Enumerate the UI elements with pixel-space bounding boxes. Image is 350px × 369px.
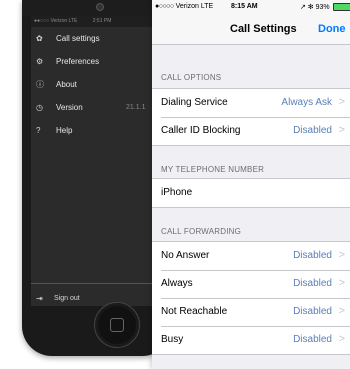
help-icon: ?: [36, 126, 41, 135]
done-button[interactable]: Done: [318, 23, 346, 35]
row-label: Caller ID Blocking: [161, 125, 241, 136]
menu-item-version[interactable]: ◷ Version 21.1.1: [31, 96, 172, 119]
menu-item-preferences[interactable]: ⚙ Preferences: [31, 50, 172, 73]
chevron-right-icon: >: [338, 333, 345, 345]
network-type: LTE: [200, 3, 214, 10]
section-header-call-forwarding: CALL FORWARDING: [161, 227, 242, 236]
row-always[interactable]: Always Disabled >: [152, 270, 350, 298]
row-busy[interactable]: Busy Disabled >: [152, 326, 350, 354]
back-time: 2:51 PM: [92, 18, 112, 24]
menu-divider: [31, 283, 172, 284]
row-label: Not Reachable: [161, 306, 228, 317]
home-square-icon: [110, 318, 124, 332]
carrier-info: ●○○○○ Verizon LTE: [155, 3, 213, 10]
call-forwarding-group: No Answer Disabled > Always Disabled > N…: [152, 241, 350, 355]
row-iphone[interactable]: iPhone: [152, 179, 350, 207]
row-value: Disabled: [293, 306, 332, 317]
menu-item-label: Help: [56, 126, 73, 135]
version-value: 21.1.1: [126, 104, 146, 111]
row-value: Disabled: [293, 125, 332, 136]
battery-icon: [332, 3, 350, 12]
back-phone: ●●○○○ Verizon LTE 2:51 PM ✿ Call setting…: [22, 0, 172, 356]
section-header-my-number: MY TELEPHONE NUMBER: [161, 165, 265, 174]
location-bluetooth-battery-text: ↗ ✻ 93%: [300, 4, 330, 11]
back-carrier: ●●○○○ Verizon LTE: [34, 18, 78, 24]
side-menu: ✿ Call settings ⚙ Preferences ⓘ About ◷ …: [31, 27, 172, 142]
menu-item-label: Preferences: [56, 57, 100, 66]
camera-icon: [96, 3, 104, 11]
my-number-group: iPhone: [152, 178, 350, 208]
row-no-answer[interactable]: No Answer Disabled >: [152, 242, 350, 270]
row-dialing-service[interactable]: Dialing Service Always Ask >: [152, 89, 350, 117]
home-button[interactable]: [94, 302, 140, 348]
row-label: iPhone: [161, 187, 193, 198]
status-right: ↗ ✻ 93%: [300, 3, 350, 12]
row-value: Disabled: [293, 278, 332, 289]
gears-icon: ⚙: [36, 57, 44, 66]
row-not-reachable[interactable]: Not Reachable Disabled >: [152, 298, 350, 326]
signout-icon: ⇥: [36, 293, 43, 303]
sign-out-label: Sign out: [54, 294, 80, 302]
row-label: Busy: [161, 334, 184, 345]
status-time: 8:15 AM: [231, 3, 258, 10]
side-menu-screen: ●●○○○ Verizon LTE 2:51 PM ✿ Call setting…: [31, 16, 172, 306]
menu-item-label: Version: [56, 103, 83, 112]
back-phone-bezel: [22, 0, 172, 16]
menu-item-label: About: [56, 80, 77, 89]
row-label: Always: [161, 278, 193, 289]
menu-item-about[interactable]: ⓘ About: [31, 73, 172, 96]
chevron-right-icon: >: [338, 124, 345, 136]
signal-icon: ●○○○○: [155, 3, 174, 10]
row-value: Always Ask: [281, 97, 332, 108]
carrier-name: Verizon: [175, 3, 199, 10]
navigation-bar: Call Settings Done: [152, 16, 350, 45]
clock-icon: ◷: [36, 103, 43, 112]
chevron-right-icon: >: [338, 249, 345, 261]
section-header-call-options: CALL OPTIONS: [161, 73, 222, 82]
sign-out-button[interactable]: ⇥ Sign out: [31, 289, 172, 306]
menu-item-label: Call settings: [56, 34, 100, 43]
chevron-right-icon: >: [338, 305, 345, 317]
chevron-right-icon: >: [338, 96, 345, 108]
status-bar: ●○○○○ Verizon LTE 8:15 AM ↗ ✻ 93%: [152, 0, 350, 16]
info-icon: ⓘ: [36, 80, 44, 89]
row-label: No Answer: [161, 250, 210, 261]
row-caller-id-blocking[interactable]: Caller ID Blocking Disabled >: [152, 117, 350, 145]
menu-item-call-settings[interactable]: ✿ Call settings: [31, 27, 172, 50]
back-status-bar: ●●○○○ Verizon LTE 2:51 PM: [31, 16, 172, 27]
call-settings-screen: ●○○○○ Verizon LTE 8:15 AM ↗ ✻ 93% Call S…: [152, 0, 350, 369]
call-options-group: Dialing Service Always Ask > Caller ID B…: [152, 88, 350, 146]
chevron-right-icon: >: [338, 277, 345, 289]
menu-item-help[interactable]: ? Help: [31, 119, 172, 142]
page-title: Call Settings: [230, 23, 297, 35]
row-value: Disabled: [293, 250, 332, 261]
gear-icon: ✿: [36, 34, 43, 43]
row-value: Disabled: [293, 334, 332, 345]
row-label: Dialing Service: [161, 97, 228, 108]
